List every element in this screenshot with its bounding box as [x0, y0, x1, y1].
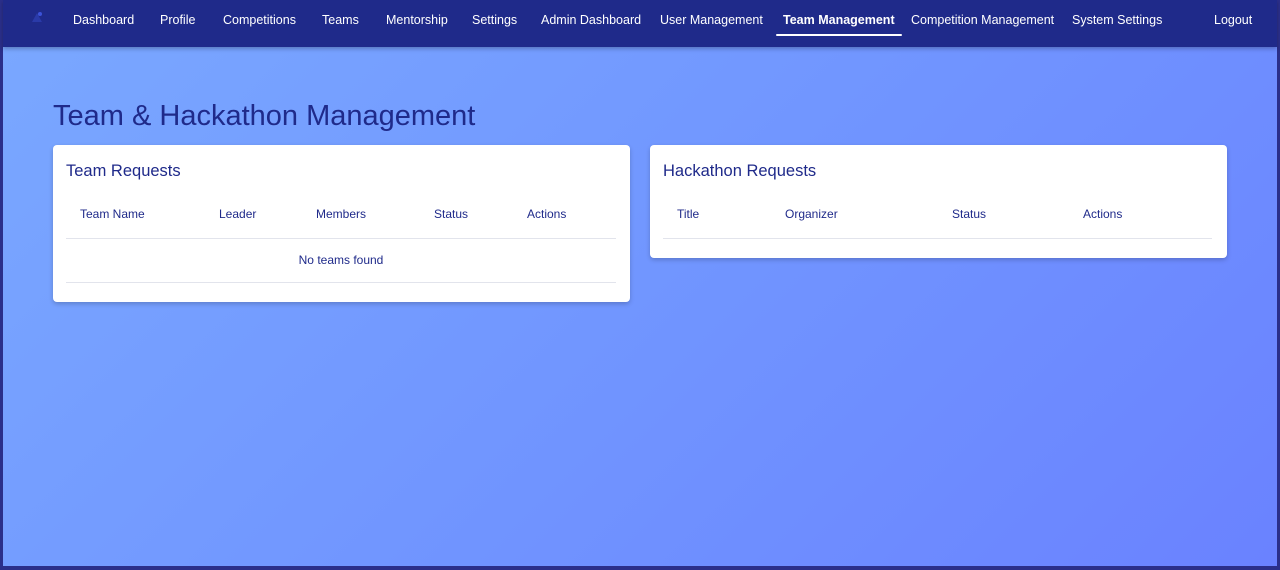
nav-dashboard[interactable]: Dashboard [73, 0, 134, 40]
nav-team-management[interactable]: Team Management [776, 0, 902, 40]
nav-mentorship[interactable]: Mentorship [386, 0, 448, 40]
column-header-actions: Actions [1083, 207, 1123, 221]
column-header-organizer: Organizer [785, 207, 838, 221]
column-header-actions: Actions [527, 207, 567, 221]
page-title: Team & Hackathon Management [53, 100, 476, 132]
nav-profile[interactable]: Profile [160, 0, 195, 40]
column-header-status: Status [952, 207, 987, 221]
column-header-status: Status [434, 207, 469, 221]
nav-competitions[interactable]: Competitions [223, 0, 296, 40]
empty-state-message: No teams found [298, 253, 384, 267]
row-divider [66, 282, 616, 283]
team-requests-card: Team Requests Team Name Leader Members S… [53, 145, 630, 302]
app-frame: Dashboard Profile Competitions Teams Men… [3, 0, 1277, 566]
team-requests-title: Team Requests [66, 162, 181, 180]
logout-button[interactable]: Logout [1214, 0, 1252, 40]
nav-system-settings[interactable]: System Settings [1072, 0, 1162, 40]
header-divider [66, 238, 616, 239]
column-header-leader: Leader [219, 207, 257, 221]
hackathon-requests-title: Hackathon Requests [663, 162, 817, 180]
column-header-title: Title [677, 207, 700, 221]
nav-user-management[interactable]: User Management [660, 0, 763, 40]
logo-icon [32, 12, 42, 22]
column-header-members: Members [316, 207, 367, 221]
header-divider [663, 238, 1212, 239]
nav-admin-dashboard[interactable]: Admin Dashboard [541, 0, 641, 40]
navbar: Dashboard Profile Competitions Teams Men… [3, 0, 1277, 47]
nav-settings[interactable]: Settings [472, 0, 517, 40]
hackathon-requests-card: Hackathon Requests Title Organizer Statu… [650, 145, 1227, 258]
nav-teams[interactable]: Teams [322, 0, 359, 40]
column-header-team-name: Team Name [80, 207, 145, 221]
nav-competition-management[interactable]: Competition Management [911, 0, 1054, 40]
